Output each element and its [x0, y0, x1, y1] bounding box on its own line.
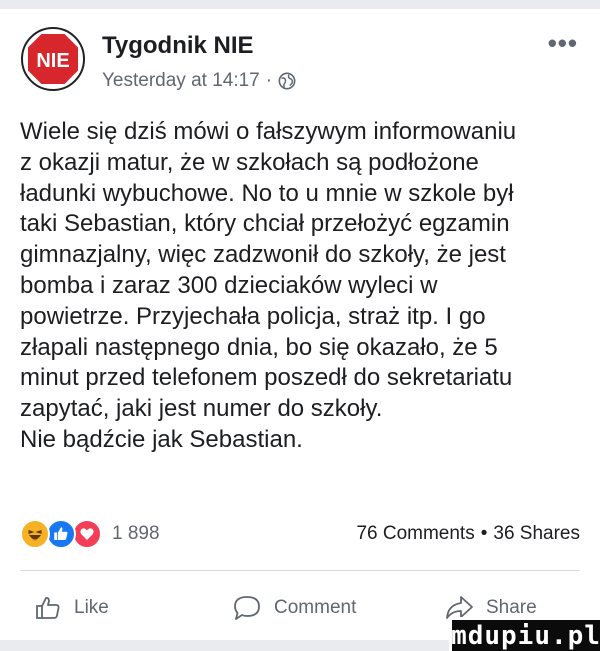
- post-line: taki Sebastian, który chciał przełożyć e…: [20, 210, 510, 238]
- comments-count[interactable]: 76 Comments: [356, 523, 474, 545]
- haha-reaction-icon: [20, 519, 50, 549]
- more-options-icon[interactable]: •••: [548, 28, 578, 59]
- like-thumb-icon: [36, 597, 60, 619]
- shares-count[interactable]: 36 Shares: [493, 523, 580, 545]
- post-meta: Yesterday at 14:17 ·: [102, 70, 296, 92]
- post-line: Nie bądźcie jak Sebastian.: [20, 425, 303, 453]
- post-line: minut przed telefonem poszedł do sekreta…: [20, 364, 513, 392]
- post-stats: 1 898 76 Comments • 36 Shares: [20, 518, 580, 550]
- comments-shares: 76 Comments • 36 Shares: [356, 523, 580, 545]
- comment-bubble-icon: [234, 596, 260, 620]
- like-button[interactable]: Like: [34, 586, 109, 630]
- post-timestamp[interactable]: Yesterday at 14:17: [102, 70, 260, 92]
- post-line: gimnazjalny, więc zadzwonił do szkoły, ż…: [20, 241, 506, 269]
- comment-label: Comment: [274, 597, 357, 618]
- post-line: ładunki wybuchowe. No to u mnie w szkole…: [20, 179, 514, 207]
- post-body: Wiele się dziś mówi o fałszywym informow…: [20, 117, 586, 456]
- post-line: zapytać, jaki jest numer do szkoły.: [20, 395, 383, 423]
- like-reaction-icon: [46, 519, 76, 549]
- avatar-logo-text: NIE: [36, 50, 69, 72]
- reactions-summary[interactable]: 1 898: [20, 519, 160, 549]
- divider: [20, 570, 580, 571]
- post-line: złapali następnego dnia, bo się okazało,…: [20, 333, 498, 361]
- page-name[interactable]: Tygodnik NIE: [102, 32, 254, 60]
- share-label: Share: [486, 597, 537, 618]
- stats-dot: •: [480, 523, 488, 544]
- watermark-logo: mdupiu.pl: [449, 617, 600, 651]
- post-line: z okazji matur, że w szkołach są podłożo…: [20, 148, 479, 176]
- post-header: NIE Tygodnik NIE Yesterday at 14:17 · ••…: [20, 26, 580, 96]
- post-line: Wiele się dziś mówi o fałszywym informow…: [20, 118, 517, 145]
- love-reaction-icon: [72, 519, 102, 549]
- avatar[interactable]: NIE: [20, 26, 86, 92]
- top-separator: [0, 0, 600, 9]
- comment-button[interactable]: Comment: [232, 586, 356, 630]
- post-line: bomba i zaraz 300 dzieciaków wyleci w: [20, 271, 438, 299]
- globe-icon: [278, 72, 296, 90]
- meta-separator: ·: [265, 70, 273, 91]
- reaction-count: 1 898: [112, 523, 160, 544]
- post-line: powietrze. Przyjechała policja, straż it…: [20, 302, 486, 330]
- like-label: Like: [74, 597, 109, 618]
